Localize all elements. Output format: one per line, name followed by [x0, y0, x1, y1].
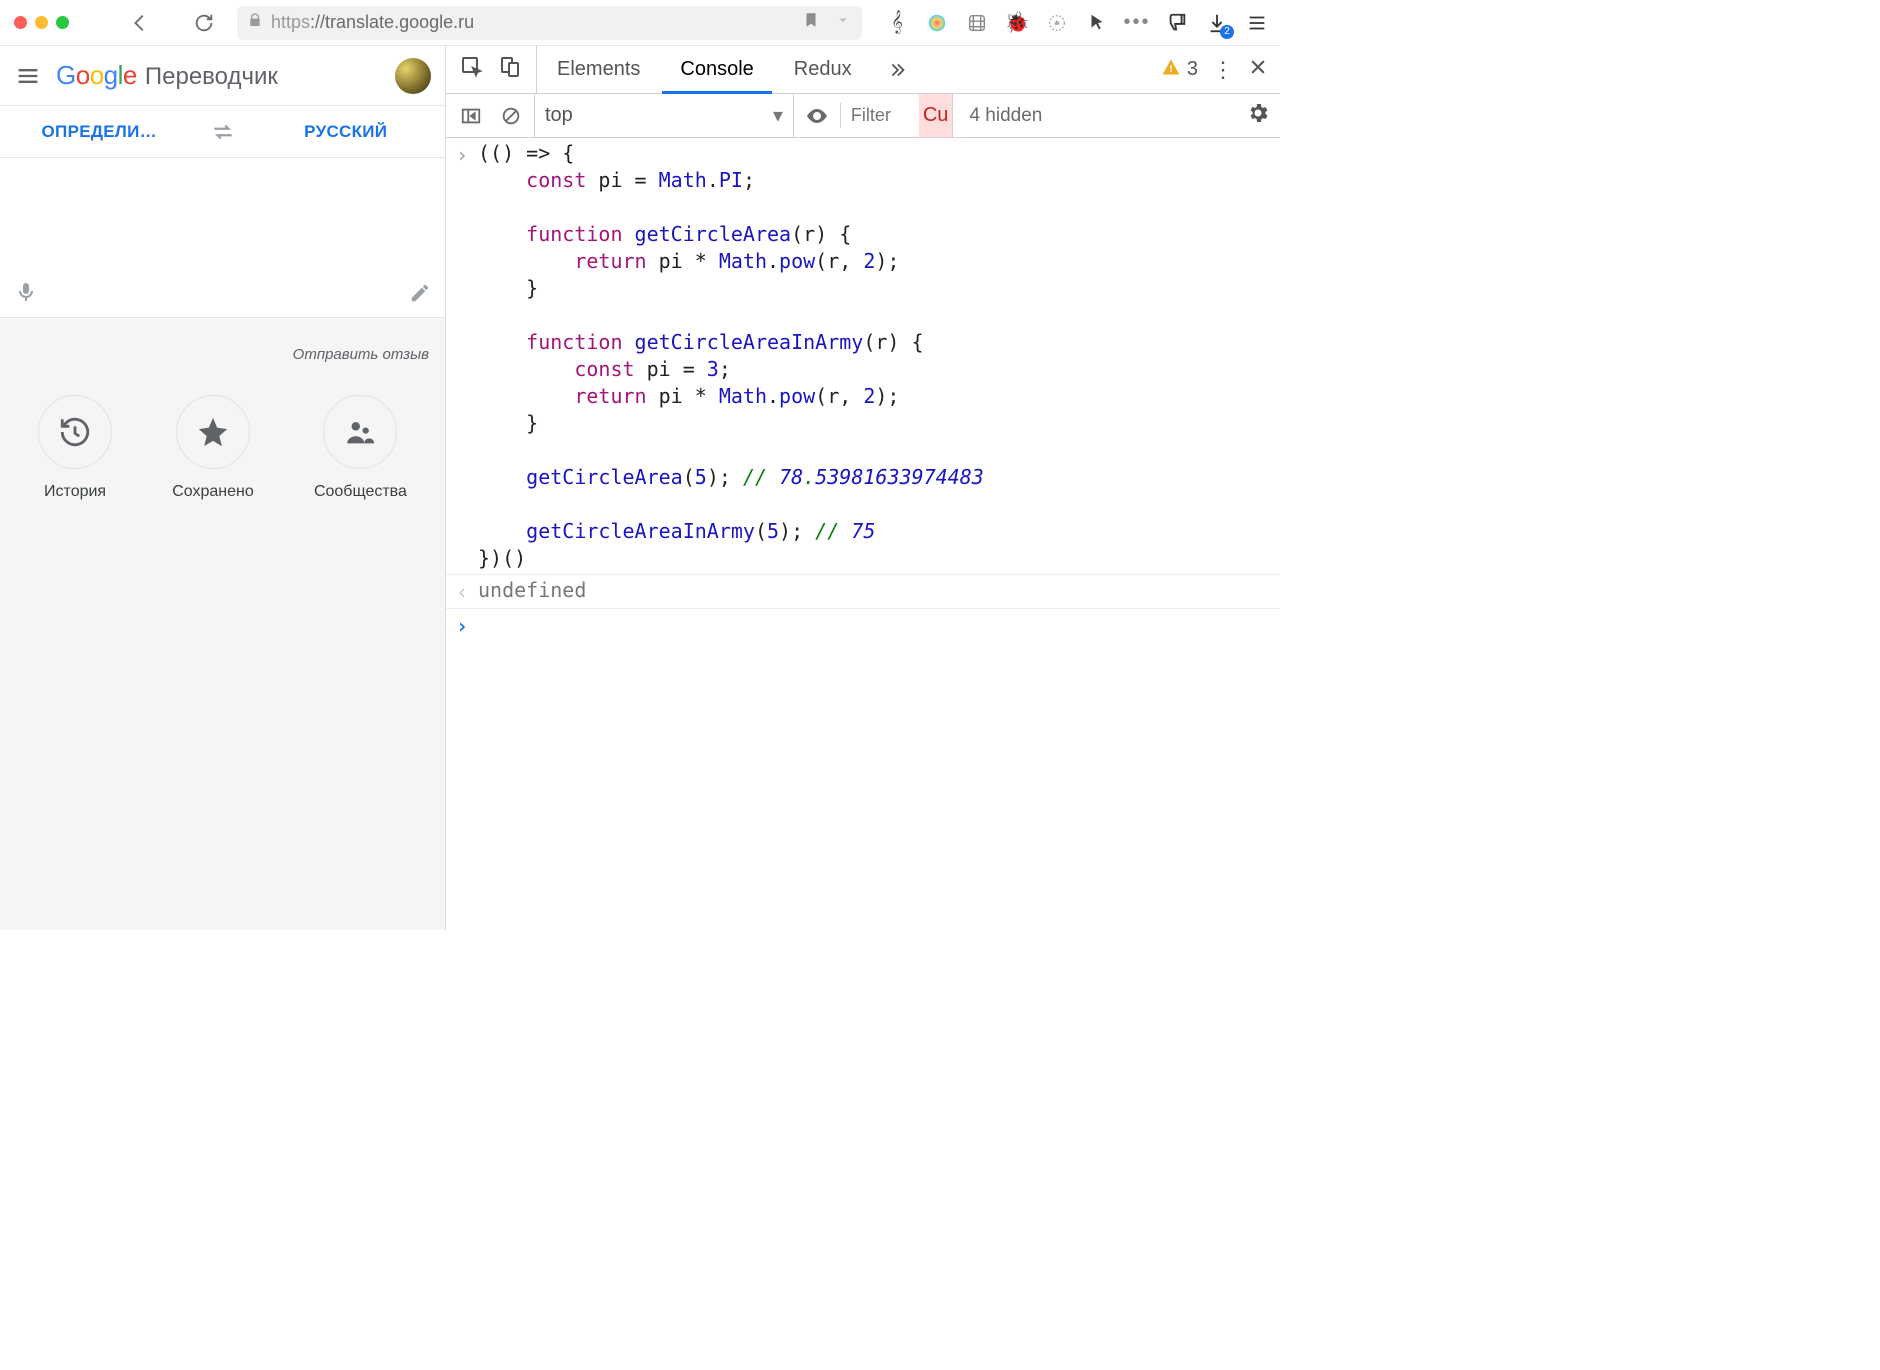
- history-icon: [38, 395, 112, 469]
- menu-icon[interactable]: [14, 62, 42, 90]
- execution-context-selector[interactable]: top ▾: [534, 94, 794, 137]
- custom-levels-badge[interactable]: Cu: [919, 94, 954, 137]
- clear-console-icon[interactable]: [494, 99, 528, 133]
- input-marker-icon: [456, 140, 478, 572]
- google-wordmark: Google: [56, 60, 137, 91]
- close-window[interactable]: [14, 16, 27, 29]
- console-input-code: (() => { const pi = Math.PI; function ge…: [478, 140, 1280, 572]
- downloads-icon[interactable]: 2: [1204, 10, 1230, 36]
- ext-cursor-icon[interactable]: [1084, 10, 1110, 36]
- output-marker-icon: [456, 577, 478, 606]
- saved-shortcut[interactable]: Сохранено: [172, 395, 254, 501]
- swap-languages-button[interactable]: [199, 119, 247, 145]
- saved-label: Сохранено: [172, 483, 254, 501]
- shortcut-row: История Сохранено Сообщества: [0, 387, 445, 501]
- tab-redux[interactable]: Redux: [774, 46, 872, 93]
- lock-icon: [247, 12, 263, 33]
- devtools-close-icon[interactable]: [1248, 57, 1268, 82]
- console-sidebar-toggle-icon[interactable]: [454, 99, 488, 133]
- ext-color-icon[interactable]: [924, 10, 950, 36]
- star-icon: [176, 395, 250, 469]
- chevron-down-icon: ▾: [773, 103, 783, 128]
- community-label: Сообщества: [314, 483, 407, 501]
- pencil-icon[interactable]: [409, 282, 431, 309]
- reload-button[interactable]: [187, 6, 221, 40]
- device-toggle-icon[interactable]: [498, 55, 522, 84]
- google-logo: Google Переводчик: [56, 60, 278, 91]
- live-expression-icon[interactable]: [800, 99, 834, 133]
- browser-menu-icon[interactable]: [1244, 10, 1270, 36]
- console-return-value: undefined: [478, 577, 1280, 606]
- ext-music-icon[interactable]: 𝄞: [884, 10, 910, 36]
- thumbs-down-icon[interactable]: [1164, 10, 1190, 36]
- window-controls: [14, 16, 69, 29]
- target-language-button[interactable]: РУССКИЙ: [247, 122, 446, 142]
- extension-icons: 𝄞 🐞 ••• 2: [884, 10, 1270, 36]
- console-toolbar: top ▾ Cu 4 hidden: [446, 94, 1280, 138]
- addr-dropdown-icon[interactable]: [834, 11, 852, 34]
- warning-icon: [1161, 57, 1181, 82]
- back-button[interactable]: [123, 6, 157, 40]
- console-filter-input[interactable]: [847, 102, 913, 130]
- warnings-indicator[interactable]: 3: [1161, 57, 1198, 82]
- devtools-kebab-icon[interactable]: ⋮: [1212, 57, 1234, 83]
- prompt-marker-icon: [456, 611, 478, 640]
- devtools-tabstrip: Elements Console Redux 3 ⋮: [446, 46, 1280, 94]
- history-label: История: [44, 483, 106, 501]
- translate-input-area[interactable]: [0, 158, 445, 318]
- console-settings-icon[interactable]: [1246, 101, 1280, 130]
- url-text: https://translate.google.ru: [271, 12, 794, 33]
- context-label: top: [545, 104, 573, 127]
- downloads-badge: 2: [1220, 25, 1234, 39]
- translate-header: Google Переводчик: [0, 46, 445, 106]
- avatar[interactable]: [395, 58, 431, 94]
- bookmark-icon[interactable]: [802, 11, 820, 34]
- mic-icon[interactable]: [14, 280, 38, 309]
- source-language-button[interactable]: ОПРЕДЕЛИ…: [0, 122, 199, 142]
- warnings-count: 3: [1187, 58, 1198, 81]
- history-shortcut[interactable]: История: [38, 395, 112, 501]
- feedback-link[interactable]: Отправить отзыв: [0, 336, 445, 387]
- minimize-window[interactable]: [35, 16, 48, 29]
- language-row: ОПРЕДЕЛИ… РУССКИЙ: [0, 106, 445, 158]
- maximize-window[interactable]: [56, 16, 69, 29]
- tab-console[interactable]: Console: [660, 46, 773, 93]
- ext-bug-icon[interactable]: 🐞: [1004, 10, 1030, 36]
- tab-elements[interactable]: Elements: [537, 46, 660, 93]
- translate-pane: Google Переводчик ОПРЕДЕЛИ… РУССКИЙ Отпр…: [0, 46, 446, 930]
- ext-grid-icon[interactable]: [964, 10, 990, 36]
- console-prompt[interactable]: [478, 611, 1280, 640]
- inspect-icon[interactable]: [460, 55, 484, 84]
- browser-toolbar: https://translate.google.ru 𝄞 🐞 ••• 2: [0, 0, 1280, 46]
- product-name: Переводчик: [145, 63, 278, 91]
- community-shortcut[interactable]: Сообщества: [314, 395, 407, 501]
- address-bar[interactable]: https://translate.google.ru: [237, 6, 862, 40]
- hidden-count[interactable]: 4 hidden: [959, 105, 1052, 127]
- community-icon: [323, 395, 397, 469]
- ext-target-icon[interactable]: [1044, 10, 1070, 36]
- console-output[interactable]: (() => { const pi = Math.PI; function ge…: [446, 138, 1280, 930]
- devtools-pane: Elements Console Redux 3 ⋮: [446, 46, 1280, 930]
- tabs-overflow-icon[interactable]: [872, 46, 922, 93]
- ext-overflow-icon[interactable]: •••: [1124, 10, 1150, 36]
